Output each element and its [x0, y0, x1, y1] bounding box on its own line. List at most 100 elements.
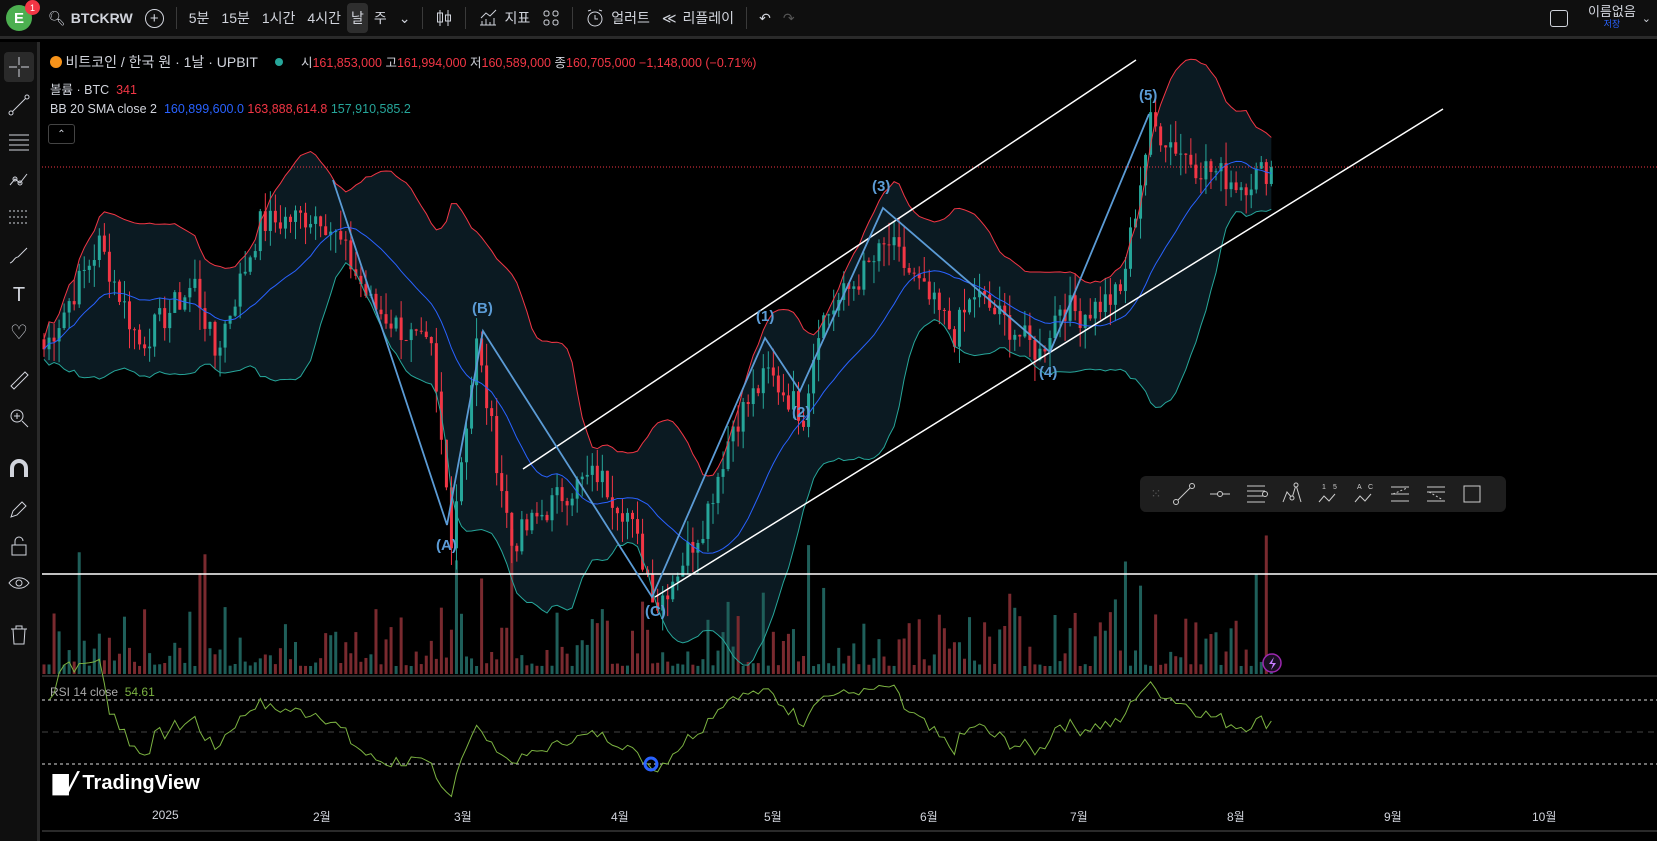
volume-bar: [1224, 651, 1228, 674]
trend-line-button[interactable]: [1166, 479, 1202, 509]
crosshair-tool[interactable]: [4, 52, 34, 82]
measure-tool[interactable]: [4, 365, 34, 395]
candle: [761, 368, 765, 394]
elliott-correction-button[interactable]: AC: [1346, 479, 1382, 509]
interval-15m[interactable]: 15분: [215, 3, 255, 33]
candle: [1103, 294, 1107, 313]
hide-drawings-tool[interactable]: [4, 568, 34, 598]
fib-retracement-button[interactable]: [1238, 479, 1274, 509]
user-avatar[interactable]: E1: [6, 0, 40, 31]
candle: [1078, 311, 1082, 328]
icon-tool[interactable]: ♡: [4, 317, 34, 347]
drag-handle-icon[interactable]: ⁙: [1146, 479, 1166, 509]
rsi-line: [48, 658, 1272, 798]
candle: [1239, 187, 1243, 191]
volume-bar: [163, 662, 167, 674]
tradingview-watermark[interactable]: ▇╱ TradingView: [53, 771, 200, 796]
symbol-title[interactable]: 비트코인 / 한국 원 · 1날 · UPBIT: [65, 54, 258, 70]
volume-bar: [1078, 665, 1082, 674]
candle: [143, 344, 147, 349]
volume-bar: [691, 664, 695, 674]
candle: [907, 267, 911, 273]
volume-bar: [711, 665, 715, 674]
rewind-icon: ≪: [661, 9, 677, 26]
chart-type-button[interactable]: [429, 3, 459, 33]
alert-button[interactable]: 얼러트: [579, 3, 656, 33]
interval-1d[interactable]: 날: [346, 3, 368, 33]
lock-drawing-tool[interactable]: [4, 494, 34, 524]
horizontal-ray-button[interactable]: [1202, 479, 1238, 509]
volume-bar: [520, 655, 524, 674]
rsi-legend[interactable]: RSI 14 close 54.61: [50, 685, 155, 699]
volume-bar: [952, 642, 956, 674]
rectangle-button[interactable]: [1454, 479, 1490, 509]
indicators-button[interactable]: 지표: [472, 3, 536, 33]
layout-menu-chevron-icon[interactable]: ⌄: [1636, 3, 1657, 33]
price-chart[interactable]: [42, 42, 1657, 832]
zoom-tool[interactable]: [4, 403, 34, 433]
volume-bar: [459, 613, 463, 674]
interval-dropdown-chevron-icon[interactable]: ⌄: [393, 3, 417, 33]
interval-4h[interactable]: 4시간: [301, 3, 347, 33]
candle: [188, 287, 192, 298]
volume-bar: [927, 665, 931, 674]
regression-trend-button[interactable]: [1418, 479, 1454, 509]
candle: [344, 239, 348, 241]
layout-name-button[interactable]: 이름없음 저장: [1588, 5, 1636, 31]
candle: [857, 286, 861, 290]
symbol-search-button[interactable]: 🔍︎ BTCKRW: [42, 3, 139, 33]
lock-all-tool[interactable]: [4, 531, 34, 561]
volume-bar: [1083, 664, 1087, 674]
elliott-impulse-button[interactable]: 15: [1310, 479, 1346, 509]
trend-line-tool[interactable]: [4, 90, 34, 120]
volume-bar: [1234, 620, 1238, 674]
open-value: 161,853,000: [312, 56, 382, 70]
volume-bar: [314, 662, 318, 674]
divider: [175, 7, 177, 29]
crosshair-icon: [9, 57, 29, 77]
parallel-channel-button[interactable]: [1382, 479, 1418, 509]
compare-symbol-button[interactable]: +: [139, 3, 170, 33]
collapse-legend-button[interactable]: ⌃: [48, 124, 75, 144]
templates-button[interactable]: [536, 3, 566, 33]
volume-bar: [1264, 535, 1268, 674]
volume-bar: [283, 624, 287, 674]
volume-bar: [434, 658, 438, 674]
brush-tool[interactable]: [4, 240, 34, 270]
volume-bar: [1254, 574, 1258, 674]
xabcd-pattern-button[interactable]: [1274, 479, 1310, 509]
candle: [902, 246, 906, 268]
interval-1w[interactable]: 주: [368, 3, 393, 33]
fib-tool[interactable]: [4, 127, 34, 157]
text-tool[interactable]: T: [4, 280, 34, 310]
undo-icon: ↶: [759, 9, 771, 26]
volume-bar: [701, 659, 705, 674]
replay-button[interactable]: ≪ 리플레이: [656, 3, 740, 33]
forecast-tool[interactable]: [4, 202, 34, 232]
pattern-tool[interactable]: [4, 164, 34, 194]
candle: [766, 367, 770, 369]
volume-bar: [1139, 585, 1143, 674]
redo-button[interactable]: ↷: [777, 3, 801, 33]
candle: [530, 512, 534, 531]
candle: [148, 346, 152, 349]
interval-1h[interactable]: 1시간: [256, 3, 302, 33]
volume-bar: [359, 661, 363, 674]
candle: [52, 337, 56, 342]
volume-bar: [153, 664, 157, 674]
bb-legend[interactable]: BB 20 SMA close 2 160,899,600.0 163,888,…: [50, 102, 411, 116]
volume-bar: [852, 643, 856, 674]
bb-label: BB 20 SMA close 2: [50, 102, 158, 116]
candle: [1214, 171, 1218, 173]
volume-bar: [1108, 612, 1112, 674]
undo-button[interactable]: ↶: [753, 3, 777, 33]
volume-bar: [198, 573, 202, 674]
volume-legend[interactable]: 볼륨 · BTC 341: [50, 79, 137, 98]
volume-bar: [867, 664, 871, 674]
high-value: 161,994,000: [396, 56, 467, 70]
interval-5m[interactable]: 5분: [183, 3, 216, 33]
fullscreen-button[interactable]: [1544, 3, 1574, 33]
elliott-impulse-icon: 15: [1318, 484, 1337, 503]
magnet-tool[interactable]: [4, 455, 34, 485]
remove-drawings-tool[interactable]: [4, 620, 34, 650]
